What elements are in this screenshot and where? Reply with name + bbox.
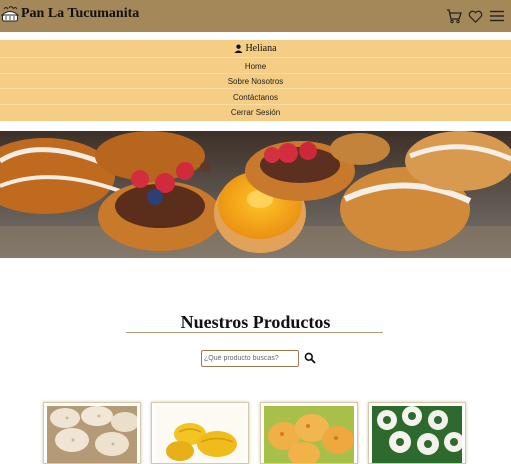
menu-item-about[interactable]: Sobre Nosotros xyxy=(0,77,511,86)
cookies-image xyxy=(47,406,137,463)
heart-icon[interactable] xyxy=(468,9,483,24)
dropdown-menu: Heliana Home Sobre Nosotros Contáctanos … xyxy=(0,40,511,121)
brand-logo[interactable]: Pan La Tucumanita xyxy=(1,5,139,23)
product-card[interactable] xyxy=(368,402,466,464)
cheese-buns-image xyxy=(264,406,354,463)
menu-item-home[interactable]: Home xyxy=(0,62,511,71)
pastries-image xyxy=(155,406,245,463)
top-bar: Pan La Tucumanita xyxy=(0,0,511,32)
product-card[interactable] xyxy=(260,402,358,464)
menu-divider xyxy=(0,57,511,58)
menu-item-logout[interactable]: Cerrar Sesión xyxy=(0,108,511,117)
menu-item-contact[interactable]: Contáctanos xyxy=(0,93,511,102)
user-profile[interactable]: Heliana xyxy=(0,43,511,54)
menu-divider xyxy=(0,104,511,105)
hero-banner-image xyxy=(0,131,511,258)
menu-divider xyxy=(0,88,511,89)
products-section-title: Nuestros Productos xyxy=(180,312,331,332)
user-name: Heliana xyxy=(245,43,277,54)
title-divider xyxy=(126,332,383,333)
product-search-input[interactable] xyxy=(201,350,299,367)
product-card[interactable] xyxy=(151,402,249,464)
hamburger-menu-icon[interactable] xyxy=(489,9,505,23)
user-icon xyxy=(234,44,244,53)
brand-name: Pan La Tucumanita xyxy=(21,6,140,21)
menu-divider xyxy=(0,73,511,74)
search-icon[interactable] xyxy=(304,352,316,364)
rosquitas-image xyxy=(372,406,462,463)
product-card[interactable] xyxy=(43,402,141,464)
cart-icon[interactable] xyxy=(446,8,462,24)
bread-basket-icon xyxy=(1,6,19,22)
